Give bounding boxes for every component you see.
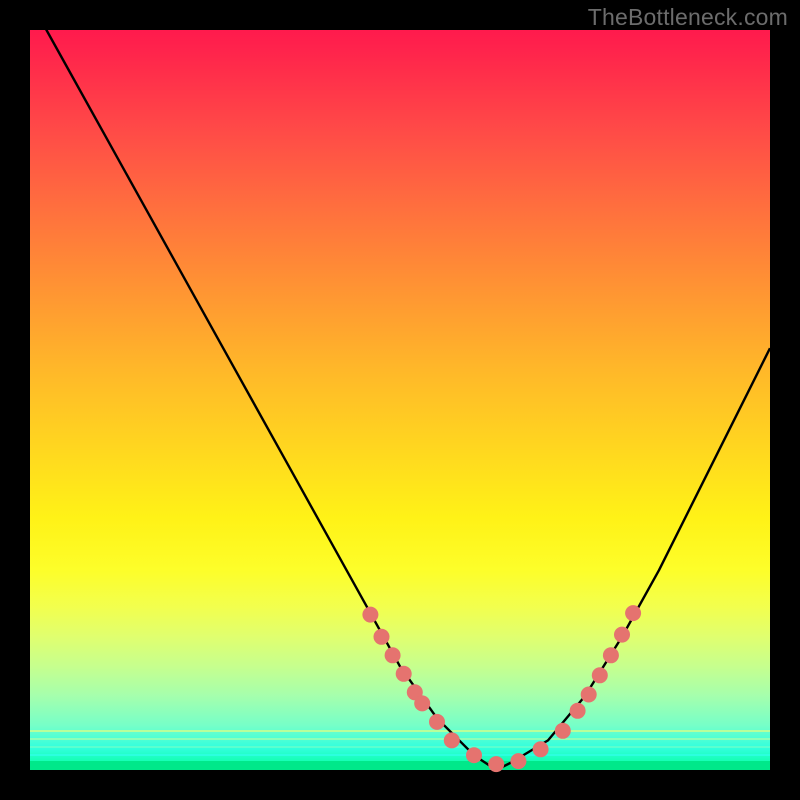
scatter-point [603,647,619,663]
scatter-point [614,627,630,643]
scatter-point [466,747,482,763]
scatter-point [533,741,549,757]
scatter-point [625,605,641,621]
scatter-point [362,607,378,623]
scatter-point [555,723,571,739]
scatter-point [374,629,390,645]
scatter-point [581,687,597,703]
watermark-text: TheBottleneck.com [588,4,788,31]
scatter-point [444,732,460,748]
scatter-point [488,756,504,772]
scatter-point [396,666,412,682]
scatter-point [429,714,445,730]
scatter-point [570,703,586,719]
scatter-point [592,667,608,683]
scatter-point [510,753,526,769]
chart-stage: TheBottleneck.com [0,0,800,800]
curve-layer [30,30,770,770]
scatter-point [414,695,430,711]
plot-area [30,30,770,770]
scatter-point [385,647,401,663]
scatter-points [362,605,641,772]
